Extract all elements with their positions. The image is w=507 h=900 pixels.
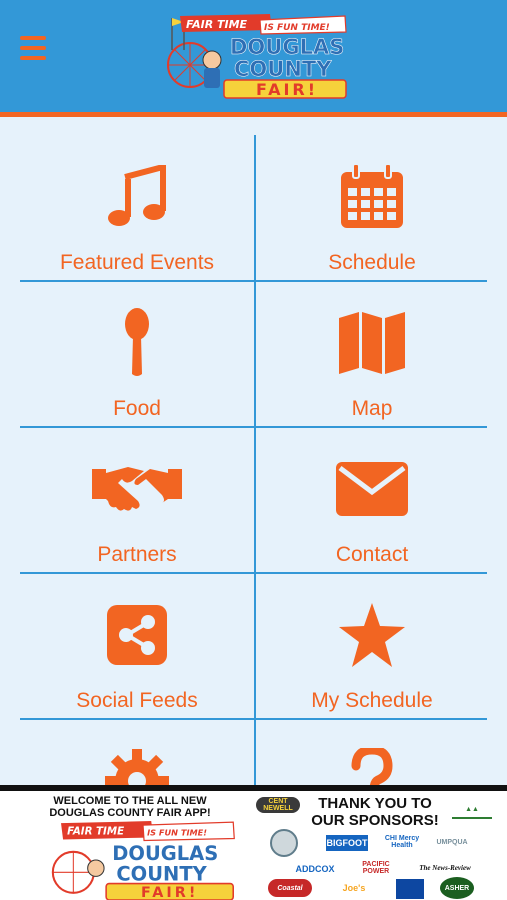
sponsor-logo: Joe's — [342, 883, 366, 893]
welcome-text: WELCOME TO THE ALL NEW DOUGLAS COUNTY FA… — [8, 795, 252, 819]
tile-social-feeds[interactable]: Social Feeds — [20, 573, 254, 719]
logo-fun-time-text: IS FUN TIME! — [264, 23, 330, 33]
banner-logo-fair-text: FAIR! — [141, 885, 199, 900]
tile-schedule[interactable]: Schedule — [255, 135, 489, 281]
logo-fair-text: FAIR! — [256, 80, 318, 99]
tile-contact[interactable]: Contact — [255, 427, 489, 573]
star-icon — [336, 599, 408, 671]
logo-douglas-text: DOUGLAS — [230, 35, 344, 59]
tile-label: Social Feeds — [76, 689, 198, 712]
calendar-icon — [336, 161, 408, 233]
thanks-text: THANK YOU TO OUR SPONSORS! — [300, 795, 450, 829]
spoon-icon — [101, 307, 173, 379]
tile-label: Contact — [335, 543, 409, 566]
welcome-line-2: DOUGLAS COUNTY FAIR APP! — [49, 807, 211, 819]
main-menu-grid: Featured Events Schedule Food Map Partne… — [0, 117, 507, 785]
logo-county-text: COUNTY — [234, 57, 332, 81]
welcome-line-1: WELCOME TO THE ALL NEW — [53, 795, 207, 807]
logo-fair-time-text: FAIR TIME — [186, 18, 248, 31]
welcome-block: WELCOME TO THE ALL NEW DOUGLAS COUNTY FA… — [8, 795, 252, 900]
tile-label: Map — [351, 397, 393, 420]
sponsor-logo: CHI Mercy Health — [384, 835, 420, 849]
sponsor-logo: ▲▲ — [452, 801, 492, 819]
handshake-icon — [92, 453, 182, 525]
tile-label: Schedule — [328, 251, 416, 274]
sponsor-logo: Coastal — [268, 879, 312, 897]
tile-food[interactable]: Food — [20, 281, 254, 427]
tile-label: Food — [113, 397, 161, 420]
music-note-icon — [101, 161, 173, 233]
sponsor-logo: UMPQUA — [436, 838, 468, 846]
tile-settings[interactable] — [20, 719, 254, 785]
sponsor-logo: ASHER — [440, 877, 474, 899]
sponsor-logo: CENT NEWELL — [256, 797, 300, 813]
banner-logo-county-text: COUNTY — [116, 863, 207, 886]
question-icon — [336, 745, 408, 785]
tile-help[interactable] — [255, 719, 489, 785]
thanks-line-1: THANK YOU TO — [318, 795, 432, 812]
tile-label: Partners — [97, 543, 177, 566]
banner-fair-logo: FAIR TIME IS FUN TIME! DOUGLAS COUNTY FA… — [51, 821, 235, 900]
tile-label: My Schedule — [311, 689, 433, 712]
tile-featured-events[interactable]: Featured Events — [20, 135, 254, 281]
app-header: FAIR TIME IS FUN TIME! DOUGLAS COUNTY FA… — [0, 0, 507, 117]
tile-label: Featured Events — [59, 251, 215, 274]
banner-logo-fair-time-text: FAIR TIME — [67, 825, 124, 837]
sponsor-logo: PACIFIC POWER — [362, 861, 390, 875]
tile-my-schedule[interactable]: My Schedule — [255, 573, 489, 719]
gear-icon — [101, 745, 173, 785]
fair-logo: FAIR TIME IS FUN TIME! DOUGLAS COUNTY FA… — [167, 14, 347, 99]
tile-map[interactable]: Map — [255, 281, 489, 427]
share-icon — [101, 599, 173, 671]
sponsor-logo — [270, 829, 298, 857]
thanks-line-2: OUR SPONSORS! — [311, 812, 439, 829]
map-icon — [336, 307, 408, 379]
sponsor-logo: ADDCOX — [295, 864, 335, 874]
tile-partners[interactable]: Partners — [20, 427, 254, 573]
sponsor-logo: The News-Review — [419, 864, 471, 872]
envelope-icon — [336, 453, 408, 525]
sponsor-logo: BIGFOOT — [326, 835, 368, 851]
sponsor-logo — [396, 879, 424, 899]
banner-logo-fun-time-text: IS FUN TIME! — [147, 827, 207, 837]
hamburger-menu-icon[interactable] — [20, 36, 46, 60]
sponsor-banner[interactable]: WELCOME TO THE ALL NEW DOUGLAS COUNTY FA… — [0, 785, 507, 900]
